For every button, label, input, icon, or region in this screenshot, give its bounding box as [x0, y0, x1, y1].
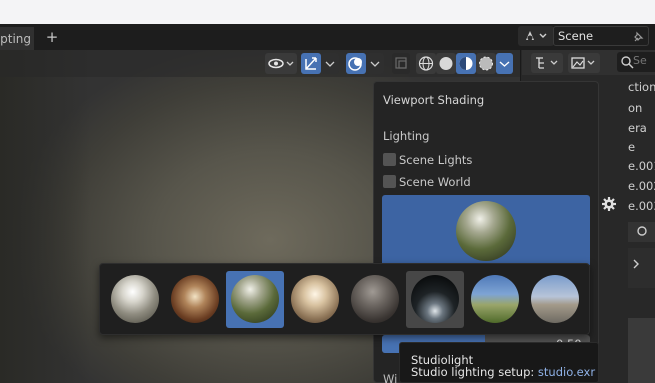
hdri-thumbnail-forest[interactable] — [226, 271, 284, 328]
gear-icon — [602, 197, 616, 211]
hdri-thumbnail-courtyard[interactable] — [286, 271, 344, 328]
scene-icon — [526, 31, 547, 41]
properties-content — [628, 318, 655, 383]
display-mode-dropdown[interactable] — [531, 53, 563, 73]
solid-shading-button[interactable] — [436, 53, 456, 74]
eye-icon — [268, 58, 294, 69]
overlays-dropdown[interactable] — [366, 53, 384, 74]
scene-name-label: Scene — [558, 29, 594, 43]
workspace-tab-label: ipting — [0, 32, 31, 46]
forest-hdri-sphere — [456, 201, 516, 261]
outliner-row[interactable]: e — [628, 140, 635, 154]
gizmo-icon — [305, 57, 317, 70]
tooltip-desc-value: studio.exr — [537, 365, 596, 379]
wireframe-shading-button[interactable] — [416, 53, 436, 74]
gizmo-toggle-button[interactable] — [301, 53, 321, 74]
outliner-row[interactable]: e.002 — [628, 179, 655, 193]
outliner-search-input[interactable]: Se — [617, 52, 655, 72]
scene-lights-checkbox[interactable] — [383, 153, 396, 166]
studio-light-preferences-gear-icon[interactable] — [601, 196, 617, 212]
tooltip-description: Studio lighting setup: studio.exr — [411, 365, 595, 379]
hdri-thumbnail-interior[interactable] — [166, 271, 224, 328]
xray-toggle-button[interactable] — [392, 53, 410, 74]
visibility-dropdown[interactable] — [265, 53, 297, 74]
hdri-thumbnail-sunrise[interactable] — [466, 271, 524, 328]
xray-icon — [395, 57, 407, 69]
chevron-down-icon — [370, 61, 380, 67]
outliner-row[interactable]: e.003 — [628, 199, 655, 213]
overlays-toggle-button[interactable] — [346, 53, 366, 74]
add-workspace-button[interactable]: + — [44, 28, 60, 46]
properties-tab-strip — [628, 222, 655, 242]
gizmo-dropdown[interactable] — [321, 53, 339, 74]
solid-sphere-icon — [439, 57, 453, 70]
world-section-label: Wi — [383, 372, 398, 383]
outliner-row[interactable]: e.001 — [628, 159, 655, 173]
search-icon[interactable] — [636, 225, 655, 245]
popover-title: Viewport Shading — [383, 93, 485, 107]
outliner-search-placeholder: Se — [633, 54, 647, 67]
scene-lights-label[interactable]: Scene Lights — [399, 153, 472, 167]
properties-panel — [628, 248, 655, 288]
hdri-thumbnail-studio[interactable] — [406, 271, 464, 328]
workspace-tab-scripting[interactable]: ipting — [0, 27, 34, 50]
scene-world-checkbox[interactable] — [383, 175, 396, 188]
search-icon — [621, 56, 634, 69]
overlays-icon — [348, 57, 362, 71]
scene-name-field[interactable]: Scene — [553, 26, 649, 46]
outliner-row[interactable]: ction — [628, 80, 655, 94]
outliner-row[interactable]: era — [628, 121, 647, 135]
list-icon — [536, 57, 558, 69]
tooltip-desc-label: Studio lighting setup: — [411, 365, 535, 379]
material-sphere-icon — [459, 57, 473, 70]
hdri-thumbnail-city[interactable] — [106, 271, 164, 328]
shading-options-dropdown[interactable] — [496, 53, 513, 74]
rendered-shading-button[interactable] — [476, 53, 496, 74]
hdri-thumbnail-sunset[interactable] — [526, 271, 584, 328]
rendered-sphere-icon — [479, 56, 493, 71]
wireframe-sphere-icon — [418, 56, 434, 71]
image-filter-icon — [571, 57, 595, 69]
chevron-down-icon — [325, 61, 335, 67]
hdri-thumbnail-night[interactable] — [346, 271, 404, 328]
outliner-row[interactable]: on — [628, 101, 642, 115]
scene-selector-button[interactable] — [518, 26, 554, 46]
lighting-section-label: Lighting — [383, 129, 430, 143]
material-preview-shading-button[interactable] — [456, 53, 476, 74]
scene-world-label[interactable]: Scene World — [399, 175, 471, 189]
chevron-down-icon — [499, 61, 510, 67]
hdri-preview-button[interactable] — [382, 195, 590, 265]
chevron-right-icon[interactable] — [628, 248, 655, 288]
filter-dropdown[interactable] — [568, 53, 600, 73]
window-top-strip — [0, 0, 655, 24]
pin-icon[interactable] — [631, 30, 645, 44]
